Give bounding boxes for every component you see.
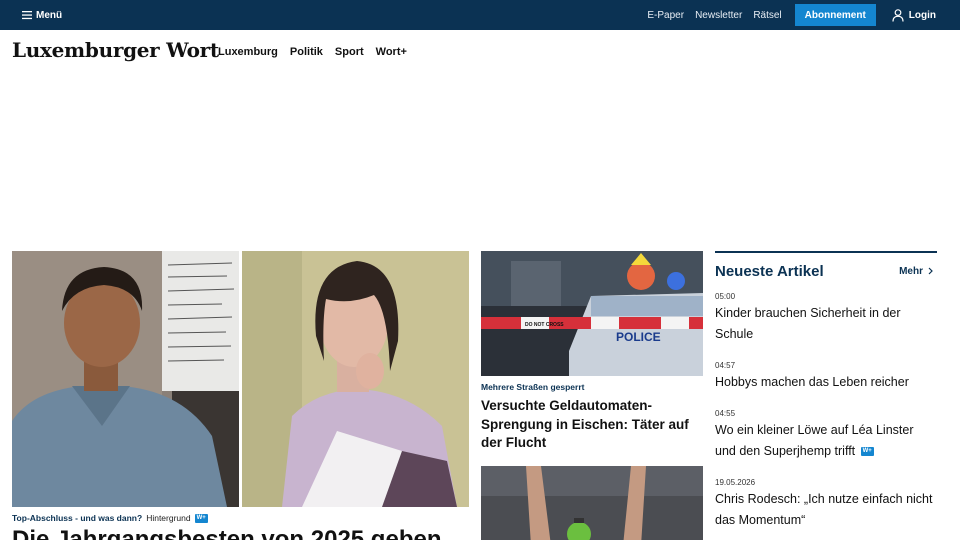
latest-item[interactable]: 05:00 Kinder brauchen Sicherheit in der … — [715, 292, 937, 345]
tape-text: DO NOT CROSS — [525, 322, 564, 328]
latest-time: 04:55 — [715, 409, 736, 418]
latest-title: Neueste Artikel — [715, 262, 824, 280]
latest-item-title: Hobbys machen das Leben reicher — [715, 375, 909, 389]
more-link[interactable]: Mehr — [899, 266, 933, 277]
police-car-text: POLICE — [616, 330, 661, 344]
wort-plus-badge: W+ — [860, 447, 874, 457]
nav-item-sport[interactable]: Sport — [335, 46, 364, 58]
latest-articles: Neueste Artikel Mehr 05:00 Kinder brauch… — [715, 251, 937, 527]
latest-item[interactable]: 19.05.2026 Chris Rodesch: „Ich nutze ein… — [715, 478, 937, 531]
subscribe-button[interactable]: Abonnement — [794, 4, 876, 26]
epaper-link[interactable]: E-Paper — [647, 10, 684, 21]
lead-image-right[interactable] — [242, 251, 469, 507]
chevron-right-icon — [928, 267, 933, 275]
menu-button[interactable]: Menü — [22, 7, 62, 23]
police-image[interactable]: DO NOT CROSS POLICE — [481, 251, 703, 376]
article-headline[interactable]: Versuchte Geldautomaten-Sprengung in Eis… — [481, 397, 706, 453]
nav-item-politik[interactable]: Politik — [290, 46, 323, 58]
latest-item-title: Wo ein kleiner Löwe auf Léa Linster und … — [715, 420, 937, 462]
raetsel-link[interactable]: Rätsel — [753, 10, 781, 21]
login-label: Login — [908, 9, 936, 21]
wort-plus-badge: W+ — [194, 513, 208, 523]
latest-time: 19.05.2026 — [715, 478, 756, 487]
latest-item[interactable]: 04:55 Wo ein kleiner Löwe auf Léa Linste… — [715, 409, 937, 462]
lead-image-left[interactable] — [12, 251, 239, 507]
more-label: Mehr — [899, 265, 923, 277]
latest-item[interactable]: 04:57 Hobbys machen das Leben reicher — [715, 361, 937, 393]
latest-item-title-text: Wo ein kleiner Löwe auf Léa Linster und … — [715, 423, 914, 458]
latest-item-title: Chris Rodesch: „Ich nutze einfach nicht … — [715, 492, 933, 527]
latest-time: 05:00 — [715, 292, 736, 301]
top-bar: Menü E-Paper Newsletter Rätsel Abonnemen… — [0, 0, 960, 30]
lead-headline[interactable]: Die Jahrgangsbesten von 2025 geben — [12, 526, 441, 540]
nav-item-luxemburg[interactable]: Luxemburg — [218, 46, 278, 58]
nav-item-wort-plus[interactable]: Wort+ — [376, 46, 407, 58]
login-button[interactable]: Login — [892, 8, 936, 22]
main-nav: Luxemburg Politik Sport Wort+ — [218, 46, 407, 58]
hamburger-icon — [22, 11, 32, 20]
latest-item-title: Kinder brauchen Sicherheit in der Schule — [715, 306, 901, 341]
newsletter-link[interactable]: Newsletter — [695, 10, 742, 21]
gym-image[interactable] — [481, 466, 703, 540]
latest-time: 04:57 — [715, 361, 736, 370]
lead-kicker-row: Top-Abschluss - und was dann? Hintergrun… — [12, 513, 208, 523]
menu-label: Menü — [36, 9, 63, 21]
brand-logo[interactable]: Luxemburger Wort — [12, 38, 219, 62]
article-kicker[interactable]: Mehrere Straßen gesperrt — [481, 382, 584, 392]
user-icon — [892, 8, 904, 22]
lead-category: Hintergrund — [146, 513, 191, 523]
lead-kicker[interactable]: Top-Abschluss - und was dann? — [12, 513, 142, 523]
